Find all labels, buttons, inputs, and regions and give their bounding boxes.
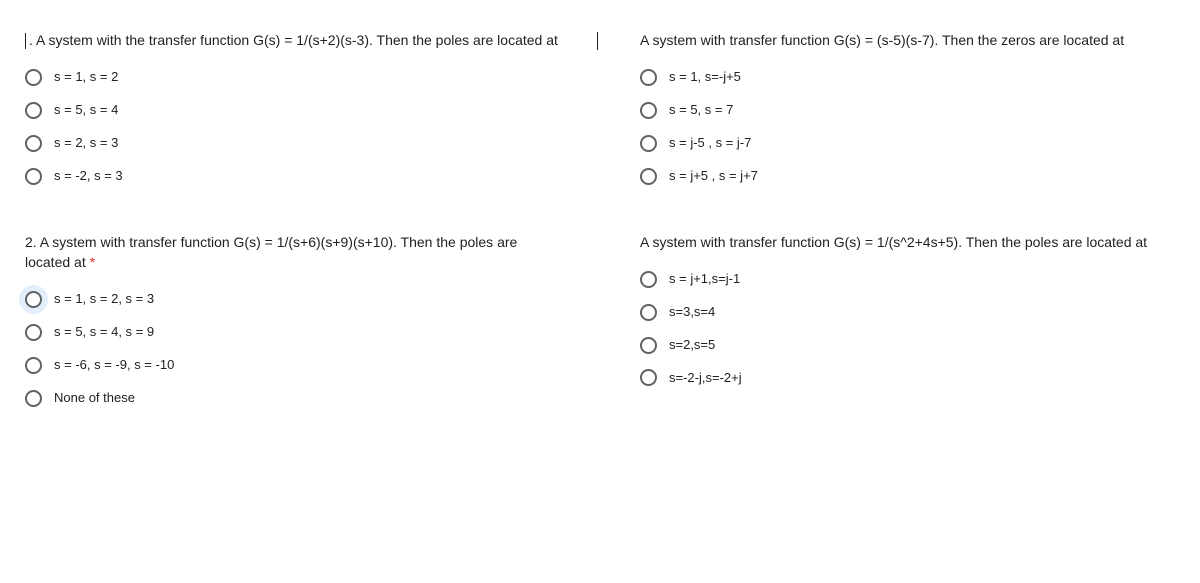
q2-option-4[interactable]: None of these bbox=[25, 389, 560, 408]
option-label: s=-2-j,s=-2+j bbox=[669, 369, 742, 388]
radio-icon bbox=[25, 357, 42, 374]
radio-icon bbox=[640, 337, 657, 354]
radio-icon bbox=[25, 102, 42, 119]
option-label: s = 1, s=-j+5 bbox=[669, 68, 741, 87]
q1-option-2[interactable]: s = 5, s = 4 bbox=[25, 101, 560, 120]
radio-icon bbox=[25, 291, 42, 308]
q4-option-3[interactable]: s=2,s=5 bbox=[640, 336, 1175, 355]
option-label: s = j-5 , s = j-7 bbox=[669, 134, 751, 153]
q3-option-2[interactable]: s = 5, s = 7 bbox=[640, 101, 1175, 120]
option-label: s=3,s=4 bbox=[669, 303, 715, 322]
text-cursor-icon bbox=[25, 33, 26, 49]
question-1: . A system with the transfer function G(… bbox=[25, 30, 560, 186]
q4-option-2[interactable]: s=3,s=4 bbox=[640, 303, 1175, 322]
q1-option-3[interactable]: s = 2, s = 3 bbox=[25, 134, 560, 153]
option-label: s = 5, s = 7 bbox=[669, 101, 733, 120]
q3-option-3[interactable]: s = j-5 , s = j-7 bbox=[640, 134, 1175, 153]
radio-icon bbox=[25, 69, 42, 86]
text-cursor-icon bbox=[597, 32, 598, 50]
radio-icon bbox=[640, 135, 657, 152]
question-3-text: A system with transfer function G(s) = (… bbox=[640, 32, 1124, 48]
question-1-text: . A system with the transfer function G(… bbox=[29, 32, 558, 48]
q1-option-1[interactable]: s = 1, s = 2 bbox=[25, 68, 560, 87]
radio-icon bbox=[25, 390, 42, 407]
option-label: s = 1, s = 2 bbox=[54, 68, 118, 87]
q2-option-1[interactable]: s = 1, s = 2, s = 3 bbox=[25, 290, 560, 309]
q2-option-2[interactable]: s = 5, s = 4, s = 9 bbox=[25, 323, 560, 342]
radio-icon bbox=[640, 102, 657, 119]
radio-icon bbox=[640, 168, 657, 185]
right-column: A system with transfer function G(s) = (… bbox=[640, 30, 1175, 454]
question-3: A system with transfer function G(s) = (… bbox=[640, 30, 1175, 186]
radio-icon bbox=[640, 271, 657, 288]
radio-icon bbox=[640, 369, 657, 386]
question-4-text: A system with transfer function G(s) = 1… bbox=[640, 234, 1147, 250]
question-2-text: 2. A system with transfer function G(s) … bbox=[25, 234, 517, 270]
q3-option-4[interactable]: s = j+5 , s = j+7 bbox=[640, 167, 1175, 186]
radio-icon bbox=[25, 135, 42, 152]
question-3-options: s = 1, s=-j+5 s = 5, s = 7 s = j-5 , s =… bbox=[640, 68, 1175, 185]
question-1-prompt: . A system with the transfer function G(… bbox=[25, 30, 560, 50]
question-4-options: s = j+1,s=j-1 s=3,s=4 s=2,s=5 s=-2-j,s=-… bbox=[640, 270, 1175, 387]
question-4-prompt: A system with transfer function G(s) = 1… bbox=[640, 232, 1175, 252]
q2-option-3[interactable]: s = -6, s = -9, s = -10 bbox=[25, 356, 560, 375]
option-label: s = -6, s = -9, s = -10 bbox=[54, 356, 174, 375]
question-2-options: s = 1, s = 2, s = 3 s = 5, s = 4, s = 9 … bbox=[25, 290, 560, 407]
question-3-prompt: A system with transfer function G(s) = (… bbox=[640, 30, 1175, 50]
option-label: s = 2, s = 3 bbox=[54, 134, 118, 153]
question-1-options: s = 1, s = 2 s = 5, s = 4 s = 2, s = 3 s… bbox=[25, 68, 560, 185]
radio-icon bbox=[25, 324, 42, 341]
question-2-prompt: 2. A system with transfer function G(s) … bbox=[25, 232, 560, 273]
q4-option-1[interactable]: s = j+1,s=j-1 bbox=[640, 270, 1175, 289]
option-label: s = j+5 , s = j+7 bbox=[669, 167, 758, 186]
option-label: s=2,s=5 bbox=[669, 336, 715, 355]
required-mark: * bbox=[90, 254, 95, 270]
radio-icon bbox=[25, 168, 42, 185]
question-2: 2. A system with transfer function G(s) … bbox=[25, 232, 560, 408]
option-label: s = 1, s = 2, s = 3 bbox=[54, 290, 154, 309]
q4-option-4[interactable]: s=-2-j,s=-2+j bbox=[640, 369, 1175, 388]
question-4: A system with transfer function G(s) = 1… bbox=[640, 232, 1175, 388]
option-label: s = -2, s = 3 bbox=[54, 167, 123, 186]
option-label: s = 5, s = 4 bbox=[54, 101, 118, 120]
radio-icon bbox=[640, 304, 657, 321]
left-column: . A system with the transfer function G(… bbox=[25, 30, 560, 454]
option-label: s = 5, s = 4, s = 9 bbox=[54, 323, 154, 342]
option-label: None of these bbox=[54, 389, 135, 408]
option-label: s = j+1,s=j-1 bbox=[669, 270, 740, 289]
radio-icon bbox=[640, 69, 657, 86]
q1-option-4[interactable]: s = -2, s = 3 bbox=[25, 167, 560, 186]
q3-option-1[interactable]: s = 1, s=-j+5 bbox=[640, 68, 1175, 87]
